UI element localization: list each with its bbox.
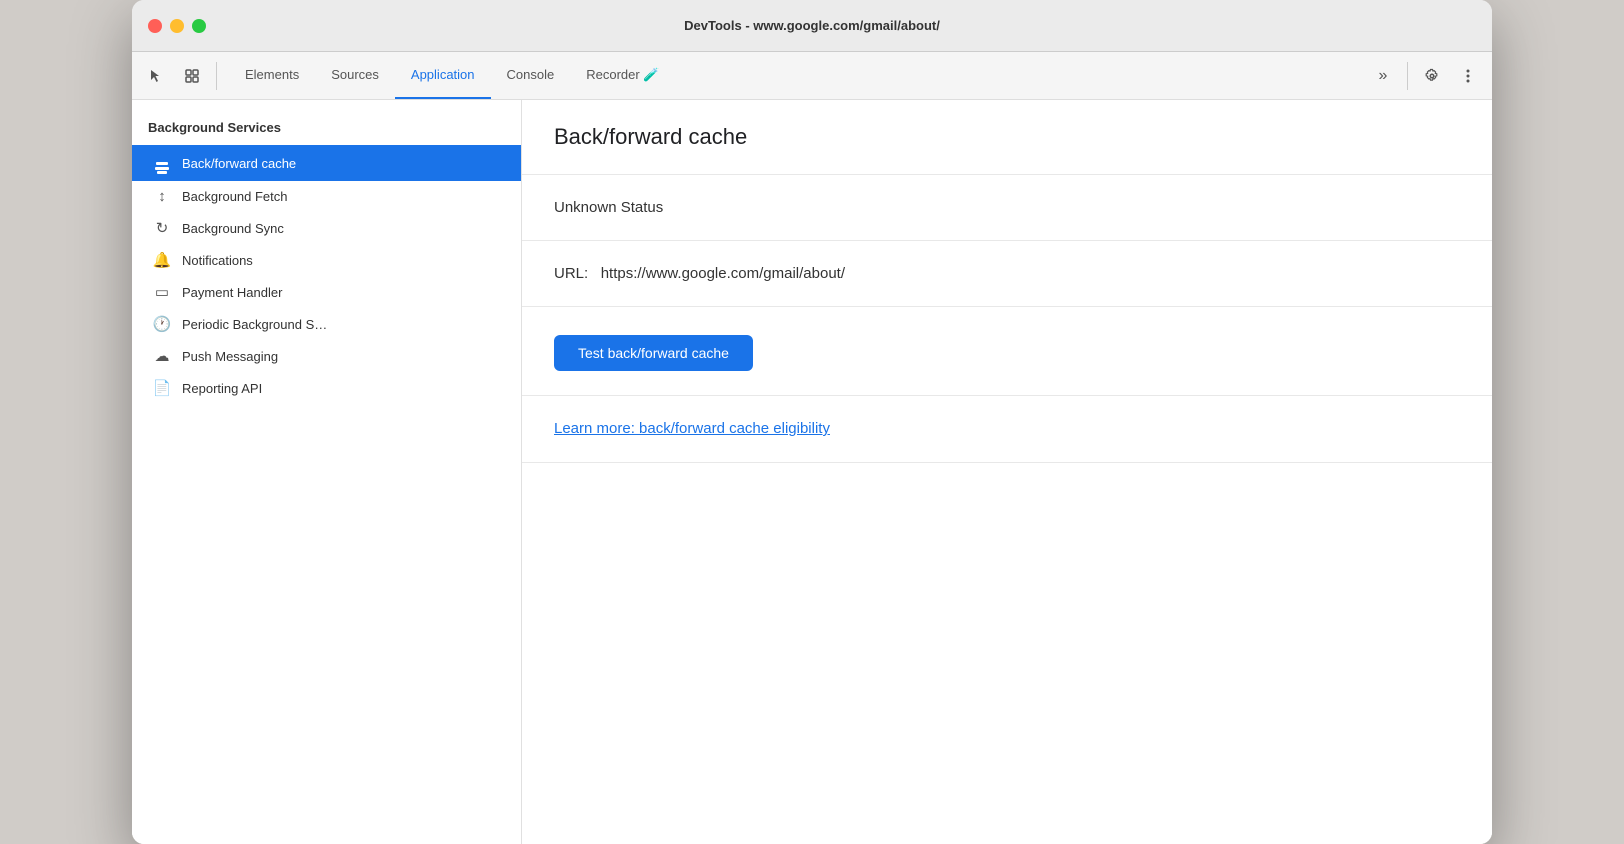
background-fetch-icon: ↕	[152, 188, 172, 205]
tab-application[interactable]: Application	[395, 52, 491, 99]
content-url-section: URL: https://www.google.com/gmail/about/	[522, 241, 1492, 307]
sidebar: Background Services Back/forward cache ↕…	[132, 100, 522, 844]
inspect-icon-button[interactable]	[176, 60, 208, 92]
content-test-section: Test back/forward cache	[522, 307, 1492, 396]
url-label: URL:	[554, 265, 588, 282]
sidebar-item-label: Notifications	[182, 253, 253, 268]
toolbar-right: »	[1367, 60, 1484, 92]
sidebar-item-back-forward-cache[interactable]: Back/forward cache	[132, 145, 521, 181]
content-status-section: Unknown Status	[522, 175, 1492, 241]
content-header-section: Back/forward cache	[522, 100, 1492, 175]
notifications-icon: 🔔	[152, 251, 172, 269]
test-cache-button[interactable]: Test back/forward cache	[554, 335, 753, 371]
settings-button[interactable]	[1416, 60, 1448, 92]
tab-elements[interactable]: Elements	[229, 52, 315, 99]
sidebar-item-background-sync[interactable]: ↻ Background Sync	[132, 212, 521, 244]
status-text: Unknown Status	[554, 199, 1460, 216]
more-tabs-icon: »	[1379, 67, 1388, 85]
sidebar-item-label: Reporting API	[182, 381, 262, 396]
cursor-icon	[148, 68, 164, 84]
url-value: https://www.google.com/gmail/about/	[601, 265, 845, 282]
reporting-api-icon: 📄	[152, 379, 172, 397]
traffic-lights	[148, 19, 206, 33]
sidebar-item-label: Payment Handler	[182, 285, 282, 300]
back-forward-cache-icon	[152, 152, 172, 174]
tab-sources[interactable]: Sources	[315, 52, 395, 99]
sidebar-item-label: Background Sync	[182, 221, 284, 236]
sidebar-item-background-fetch[interactable]: ↕ Background Fetch	[132, 181, 521, 212]
sidebar-item-label: Periodic Background S…	[182, 317, 327, 332]
sidebar-section-title: Background Services	[132, 100, 521, 145]
sidebar-item-reporting-api[interactable]: 📄 Reporting API	[132, 372, 521, 404]
close-button[interactable]	[148, 19, 162, 33]
toolbar-divider	[216, 62, 217, 90]
learn-more-link[interactable]: Learn more: back/forward cache eligibili…	[554, 420, 830, 437]
sidebar-item-notifications[interactable]: 🔔 Notifications	[132, 244, 521, 276]
gear-icon	[1424, 68, 1440, 84]
payment-handler-icon: ▭	[152, 283, 172, 301]
sidebar-item-label: Push Messaging	[182, 349, 278, 364]
kebab-icon	[1466, 68, 1470, 84]
sidebar-item-push-messaging[interactable]: ☁ Push Messaging	[132, 340, 521, 372]
tab-recorder[interactable]: Recorder 🧪	[570, 52, 675, 99]
content-learn-more-section: Learn more: back/forward cache eligibili…	[522, 396, 1492, 463]
toolbar-tabs: Elements Sources Application Console Rec…	[229, 52, 1363, 99]
tab-console[interactable]: Console	[491, 52, 571, 99]
toolbar-right-divider	[1407, 62, 1408, 90]
toolbar: Elements Sources Application Console Rec…	[132, 52, 1492, 100]
content-panel: Back/forward cache Unknown Status URL: h…	[522, 100, 1492, 844]
background-sync-icon: ↻	[152, 219, 172, 237]
content-title: Back/forward cache	[554, 124, 1460, 150]
push-messaging-icon: ☁	[152, 347, 172, 365]
periodic-background-icon: 🕐	[152, 315, 172, 333]
window-title: DevTools - www.google.com/gmail/about/	[684, 18, 940, 33]
main-area: Background Services Back/forward cache ↕…	[132, 100, 1492, 844]
title-bar: DevTools - www.google.com/gmail/about/	[132, 0, 1492, 52]
sidebar-item-payment-handler[interactable]: ▭ Payment Handler	[132, 276, 521, 308]
sidebar-item-label: Background Fetch	[182, 189, 288, 204]
devtools-window: DevTools - www.google.com/gmail/about/ E…	[132, 0, 1492, 844]
kebab-menu-button[interactable]	[1452, 60, 1484, 92]
minimize-button[interactable]	[170, 19, 184, 33]
sidebar-item-periodic-background[interactable]: 🕐 Periodic Background S…	[132, 308, 521, 340]
sidebar-item-label: Back/forward cache	[182, 156, 296, 171]
more-tabs-button[interactable]: »	[1367, 60, 1399, 92]
cursor-icon-button[interactable]	[140, 60, 172, 92]
url-row: URL: https://www.google.com/gmail/about/	[554, 265, 1460, 282]
maximize-button[interactable]	[192, 19, 206, 33]
inspect-icon	[184, 68, 200, 84]
